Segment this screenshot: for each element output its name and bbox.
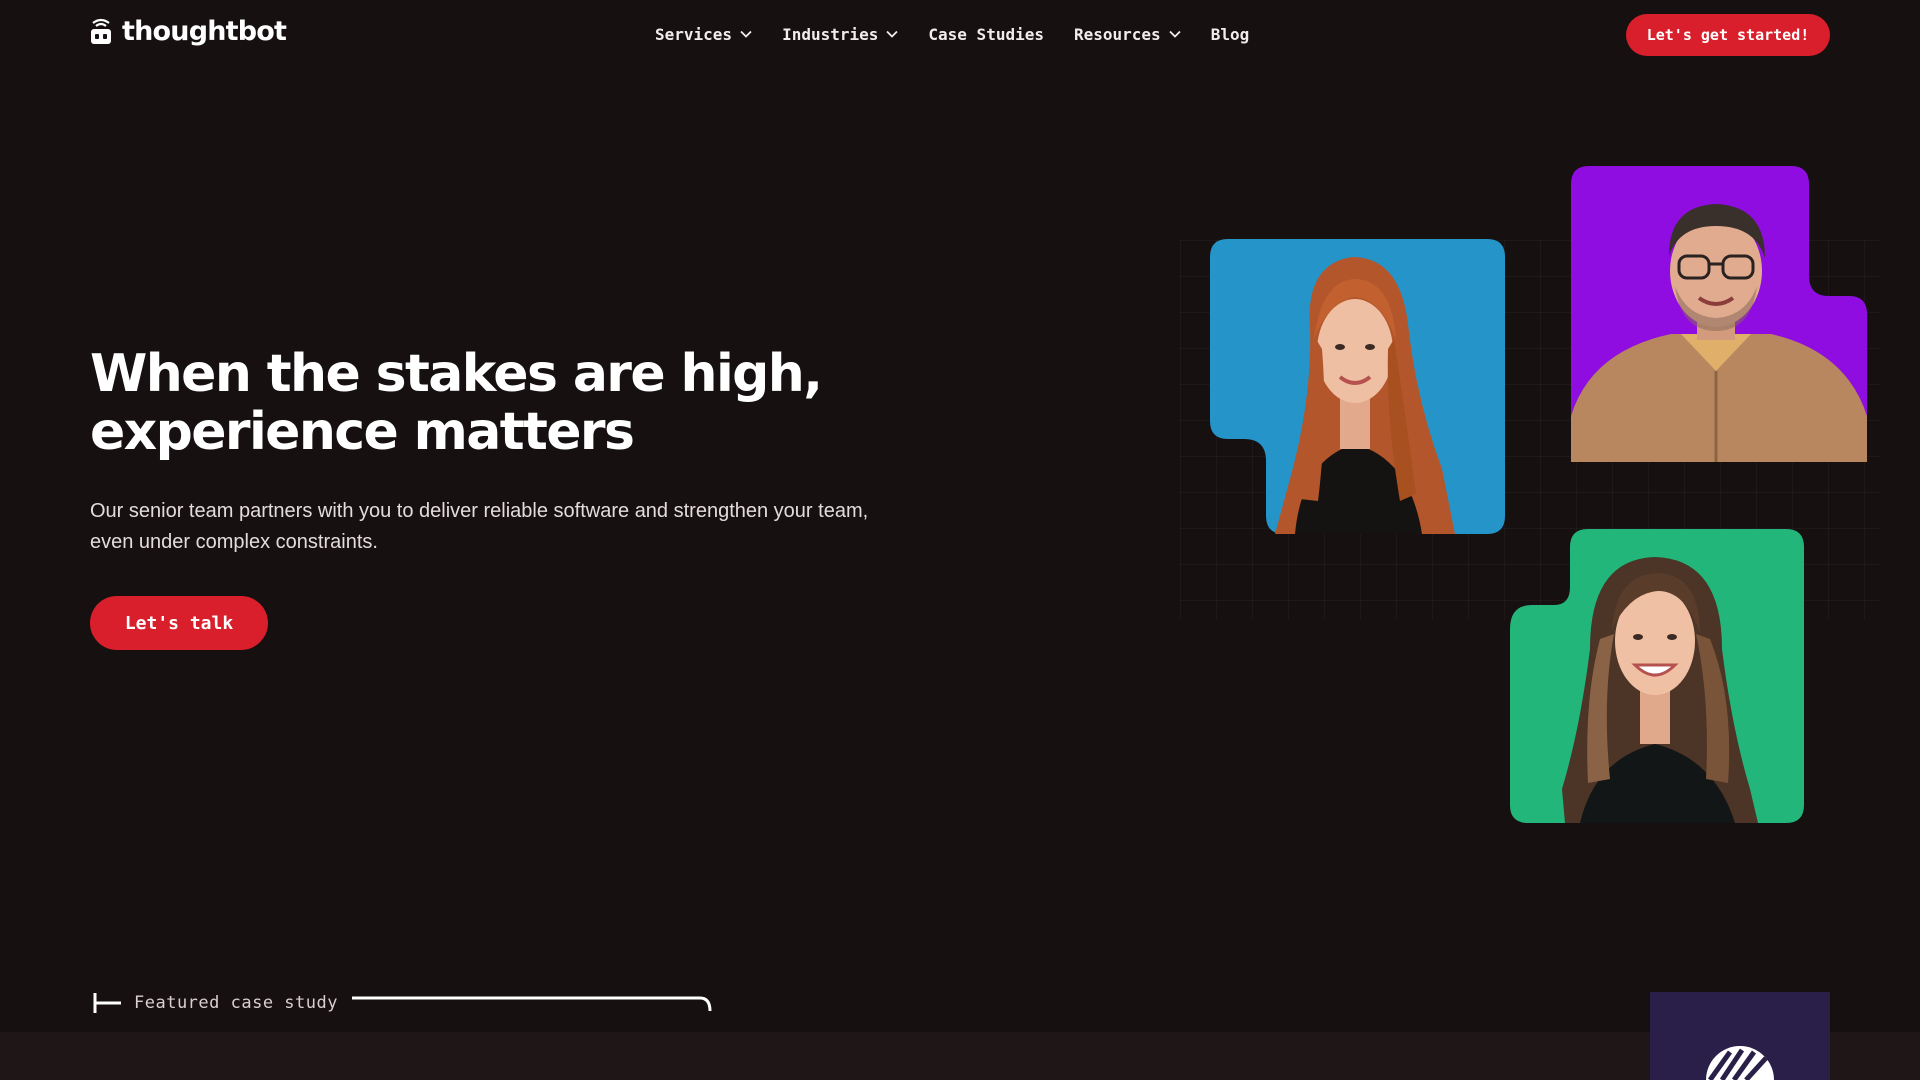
hero-title: When the stakes are high, experience mat…	[90, 344, 823, 462]
nav-item-label: Blog	[1210, 24, 1250, 44]
logo-link[interactable]: thoughtbot	[90, 13, 287, 49]
nav-item-label: Case Studies	[928, 24, 1044, 44]
featured-case-study-label: Featured case study	[134, 993, 338, 1013]
case-study-thumbnail[interactable]	[1650, 992, 1830, 1080]
chevron-down-icon	[1169, 30, 1181, 38]
divider-line-icon	[351, 996, 712, 1012]
nav-item-services[interactable]: Services	[655, 25, 752, 44]
logo-text: thoughtbot	[122, 15, 287, 47]
nav-item-label: Resources	[1073, 24, 1161, 44]
case-study-band	[0, 1032, 1920, 1080]
portrait-man-glasses	[1571, 166, 1867, 462]
portrait-woman-brunette	[1510, 529, 1804, 823]
case-study-logo-icon	[1706, 1046, 1774, 1080]
portrait-woman-redhead	[1210, 239, 1505, 534]
nav-item-case-studies[interactable]: Case Studies	[928, 25, 1044, 44]
chevron-down-icon	[886, 30, 899, 38]
robot-logo-icon	[90, 16, 112, 46]
get-started-button[interactable]: Let's get started!	[1626, 14, 1830, 56]
lets-talk-button[interactable]: Let's talk	[90, 596, 268, 650]
hero-subtitle: Our senior team partners with you to del…	[90, 500, 869, 553]
site-header: thoughtbot Services Industries Case Stud…	[0, 0, 1920, 70]
nav-item-industries[interactable]: Industries	[782, 24, 899, 44]
nav-item-label: Services	[655, 24, 733, 44]
chevron-down-icon	[740, 30, 752, 38]
bracket-start-icon	[93, 993, 121, 1013]
featured-case-study-header: Featured case study	[92, 990, 714, 1016]
main-nav: Services Industries Case Studies Resourc…	[655, 22, 1249, 46]
nav-item-label: Industries	[782, 24, 879, 44]
nav-item-resources[interactable]: Resources	[1074, 25, 1181, 44]
nav-item-blog[interactable]: Blog	[1211, 25, 1250, 44]
